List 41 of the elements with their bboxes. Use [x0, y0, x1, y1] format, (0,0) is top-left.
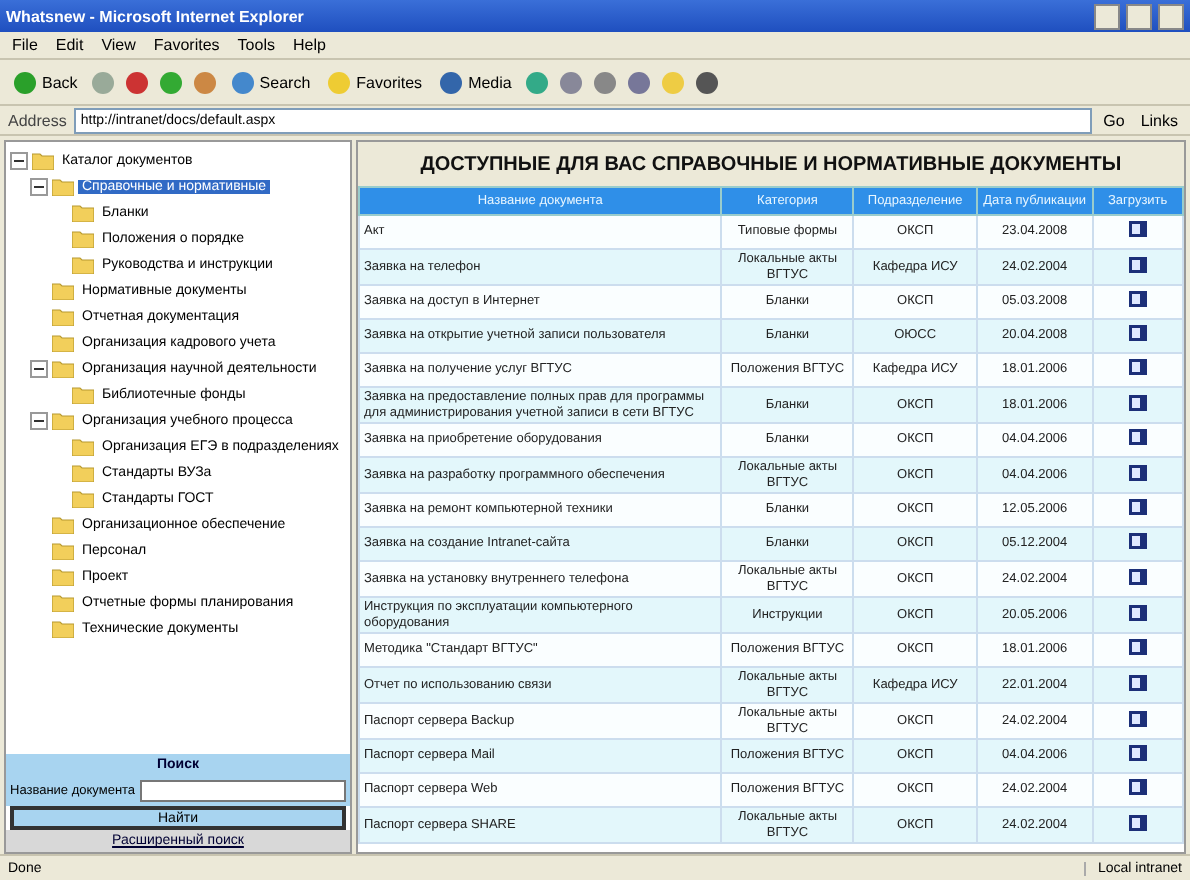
- page-heading: ДОСТУПНЫЕ ДЛЯ ВАС СПРАВОЧНЫЕ И НОРМАТИВНЫЕ ДОКУМЕНТЫ: [358, 142, 1184, 186]
- download-icon[interactable]: [1127, 393, 1148, 412]
- go-button[interactable]: Go: [1099, 109, 1129, 131]
- menu-item[interactable]: Edit: [55, 36, 84, 54]
- toolbar-button[interactable]: Favorites: [322, 67, 427, 97]
- minus-icon[interactable]: [10, 152, 28, 170]
- minus-icon[interactable]: [30, 178, 48, 196]
- download-icon[interactable]: [1127, 603, 1148, 622]
- download-icon[interactable]: [1127, 428, 1148, 447]
- menu-item[interactable]: Tools: [237, 36, 275, 54]
- download-icon[interactable]: [1127, 744, 1148, 763]
- download-icon[interactable]: [1127, 290, 1148, 309]
- minus-icon[interactable]: [30, 412, 48, 430]
- links-button[interactable]: Links: [1136, 109, 1182, 131]
- download-icon[interactable]: [1127, 358, 1148, 377]
- search-field[interactable]: [139, 780, 346, 802]
- menu-item[interactable]: File: [12, 36, 38, 54]
- close-button[interactable]: [1158, 3, 1184, 29]
- toolbar-button[interactable]: Back: [8, 67, 82, 97]
- download-icon[interactable]: [1127, 638, 1148, 657]
- address-label: Address: [8, 111, 67, 129]
- minus-icon[interactable]: [30, 360, 48, 378]
- toolbar-button[interactable]: Media: [434, 67, 516, 97]
- download-icon[interactable]: [1127, 778, 1148, 797]
- maximize-button[interactable]: [1126, 3, 1152, 29]
- download-icon[interactable]: [1127, 709, 1148, 728]
- menu-item[interactable]: View: [101, 36, 136, 54]
- window-title: Whatsnew - Microsoft Internet Explorer: [6, 7, 306, 25]
- download-icon[interactable]: [1127, 220, 1148, 239]
- download-icon[interactable]: [1127, 463, 1148, 482]
- download-icon[interactable]: [1127, 567, 1148, 586]
- minimize-button[interactable]: [1094, 3, 1120, 29]
- menu-item[interactable]: Help: [292, 36, 326, 54]
- menu-item[interactable]: Favorites: [153, 36, 220, 54]
- download-icon[interactable]: [1127, 532, 1148, 551]
- download-icon[interactable]: [1127, 324, 1148, 343]
- download-icon[interactable]: [1127, 813, 1148, 832]
- download-icon[interactable]: [1127, 498, 1148, 517]
- download-icon[interactable]: [1127, 673, 1148, 692]
- toolbar-button[interactable]: Search: [225, 67, 315, 97]
- download-icon[interactable]: [1127, 255, 1148, 274]
